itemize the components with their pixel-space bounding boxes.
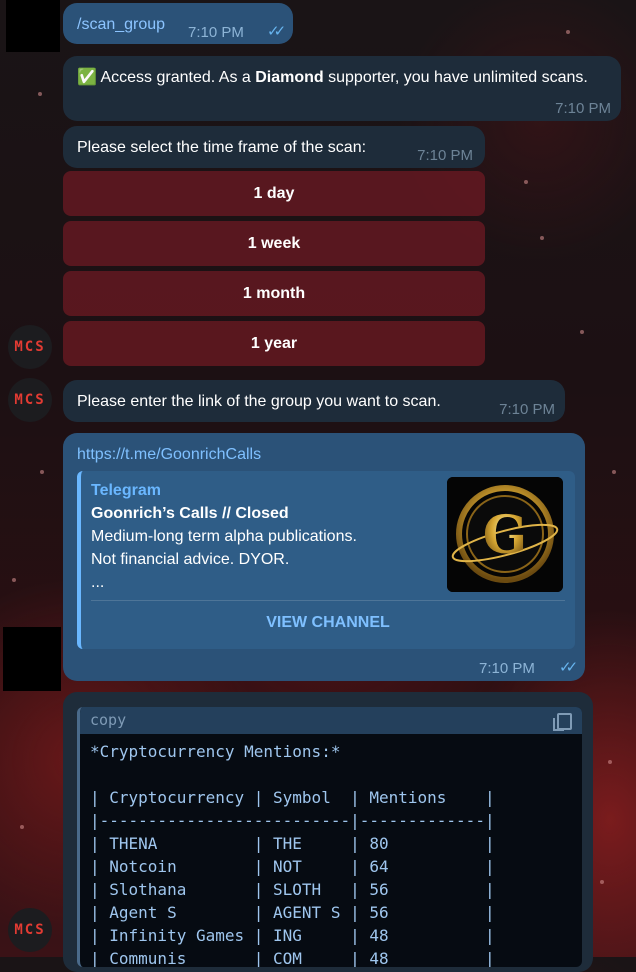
redacted-avatar (3, 627, 61, 691)
background-star (566, 30, 570, 34)
access-text-pre: Access granted. As a (100, 69, 256, 86)
access-text: ✅ Access granted. As a Diamond supporter… (77, 66, 597, 89)
preview-site-name: Telegram (91, 482, 161, 499)
keyboard-button-1-day[interactable]: 1 day (63, 171, 485, 216)
preview-description: Medium-long term alpha publications. Not… (91, 525, 431, 594)
bot-avatar[interactable]: MCS (8, 378, 52, 422)
mentions-table-code[interactable]: *Cryptocurrency Mentions:* | Cryptocurre… (80, 734, 582, 967)
outgoing-link-message: https://t.me/GoonrichCalls Telegram Goon… (63, 433, 585, 681)
channel-logo-svg: G (447, 477, 563, 592)
message-time: 7:10 PM (555, 100, 611, 117)
timeframe-prompt-message: Please select the time frame of the scan… (63, 126, 485, 168)
access-granted-message: ✅ Access granted. As a Diamond supporter… (63, 56, 621, 121)
enter-link-text: Please enter the link of the group you w… (77, 393, 441, 410)
read-checkmark-icon: ✓✓ (559, 659, 578, 676)
read-checkmark-icon: ✓✓ (267, 23, 286, 40)
background-star (38, 92, 42, 96)
redacted-avatar (6, 0, 60, 52)
background-star (524, 180, 528, 184)
keyboard-button-1-year[interactable]: 1 year (63, 321, 485, 366)
timeframe-prompt-text: Please select the time frame of the scan… (77, 139, 367, 156)
background-star (20, 825, 24, 829)
background-star (540, 236, 544, 240)
background-star (600, 880, 604, 884)
logo-letter: G (483, 505, 527, 566)
channel-logo-image: G (447, 477, 563, 592)
outgoing-command-message[interactable]: /scan_group 7:10 PM ✓✓ (63, 3, 293, 44)
background-star (40, 470, 44, 474)
code-block-header: copy (80, 707, 582, 734)
keyboard-button-1-week[interactable]: 1 week (63, 221, 485, 266)
message-time: 7:10 PM (188, 24, 244, 41)
message-time: 7:10 PM (479, 660, 535, 677)
access-text-bold: Diamond (255, 69, 324, 86)
message-time: 7:10 PM (417, 147, 473, 164)
keyboard-button-1-month[interactable]: 1 month (63, 271, 485, 316)
preview-desc-line: ... (91, 574, 105, 591)
preview-desc-line: Not financial advice. DYOR. (91, 551, 290, 568)
background-star (608, 760, 612, 764)
copy-icon[interactable] (553, 713, 572, 731)
preview-divider (91, 600, 565, 601)
background-star (580, 330, 584, 334)
copy-label: copy (90, 711, 127, 729)
access-text-post: supporter, you have unlimited scans. (323, 69, 588, 86)
preview-title: Goonrich’s Calls // Closed (91, 505, 289, 522)
enter-link-prompt-message: Please enter the link of the group you w… (63, 380, 565, 422)
link-preview-card[interactable]: Telegram Goonrich’s Calls // Closed Medi… (77, 471, 575, 649)
bot-avatar[interactable]: MCS (8, 325, 52, 369)
view-channel-button[interactable]: VIEW CHANNEL (81, 611, 575, 634)
code-block[interactable]: copy *Cryptocurrency Mentions:* | Crypto… (77, 707, 582, 967)
message-time: 7:10 PM (499, 401, 555, 418)
preview-desc-line: Medium-long term alpha publications. (91, 528, 357, 545)
background-star (612, 470, 616, 474)
check-emoji-icon: ✅ (77, 69, 97, 86)
command-text[interactable]: /scan_group (77, 13, 165, 36)
background-star (12, 578, 16, 582)
group-link[interactable]: https://t.me/GoonrichCalls (77, 443, 261, 466)
bot-avatar[interactable]: MCS (8, 908, 52, 952)
